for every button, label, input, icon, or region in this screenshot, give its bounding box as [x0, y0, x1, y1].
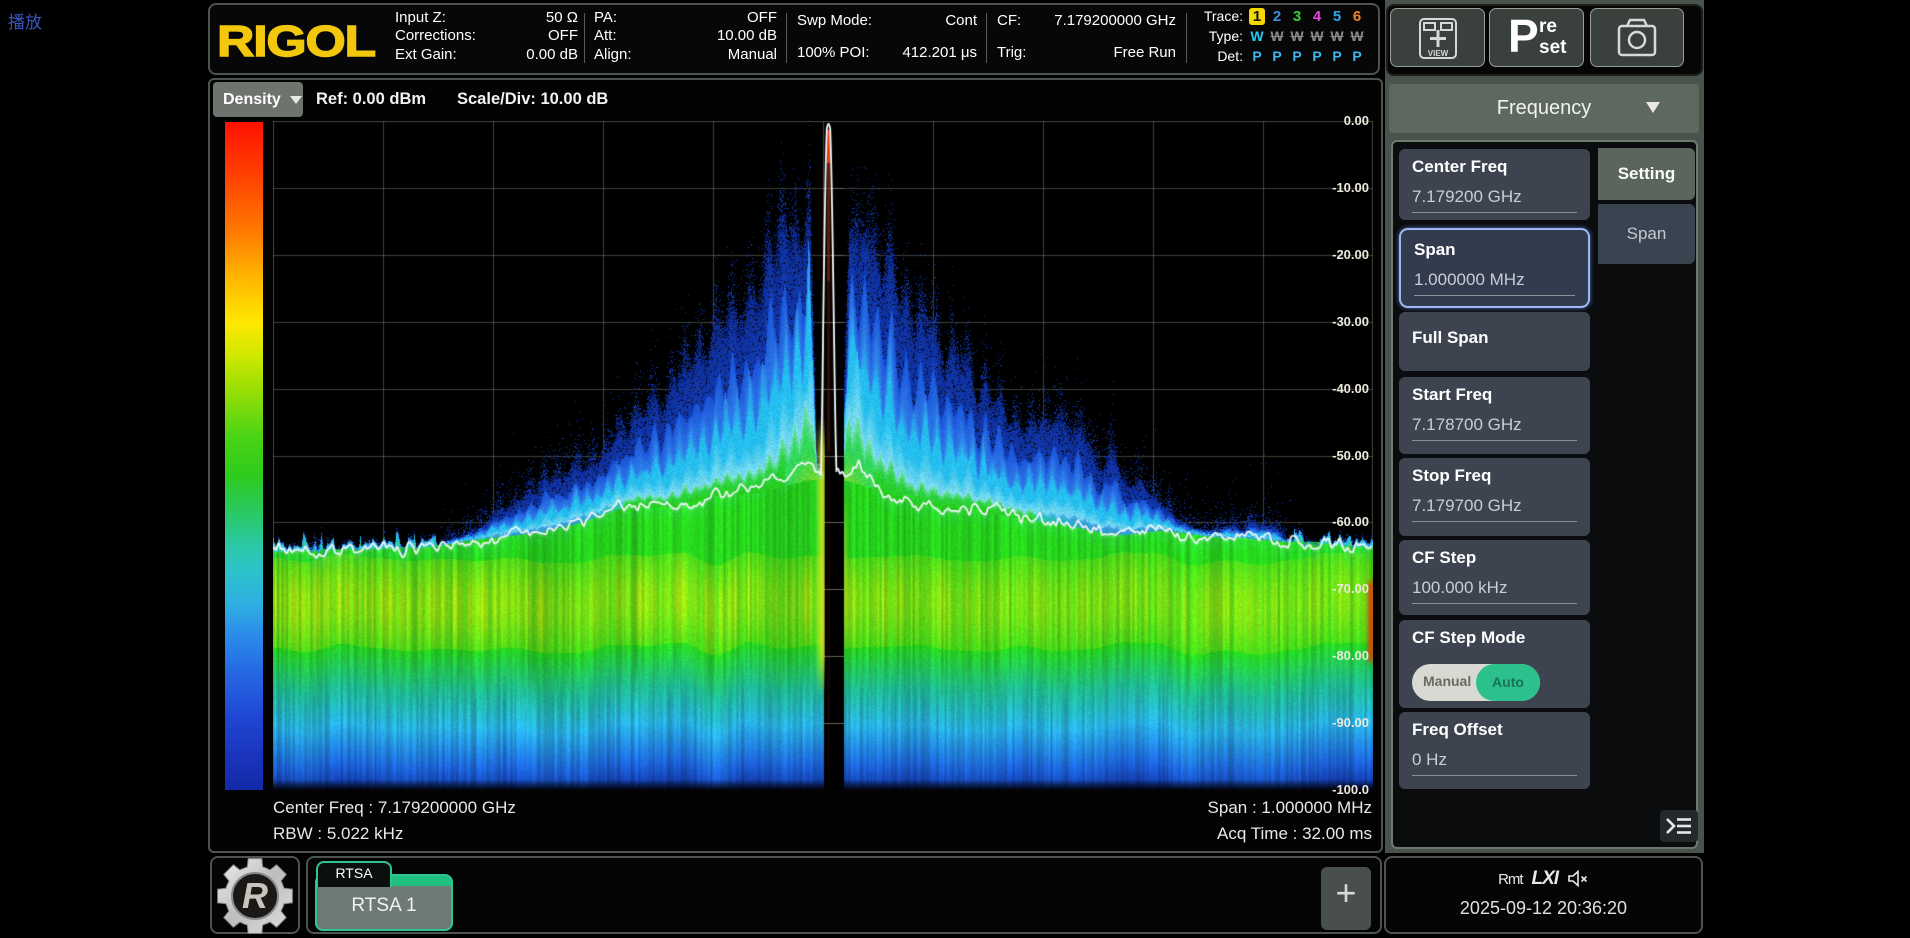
svg-text:R: R	[242, 875, 268, 916]
svg-text:VIEW: VIEW	[1428, 49, 1449, 58]
svg-text:RIGOL: RIGOL	[219, 20, 375, 64]
